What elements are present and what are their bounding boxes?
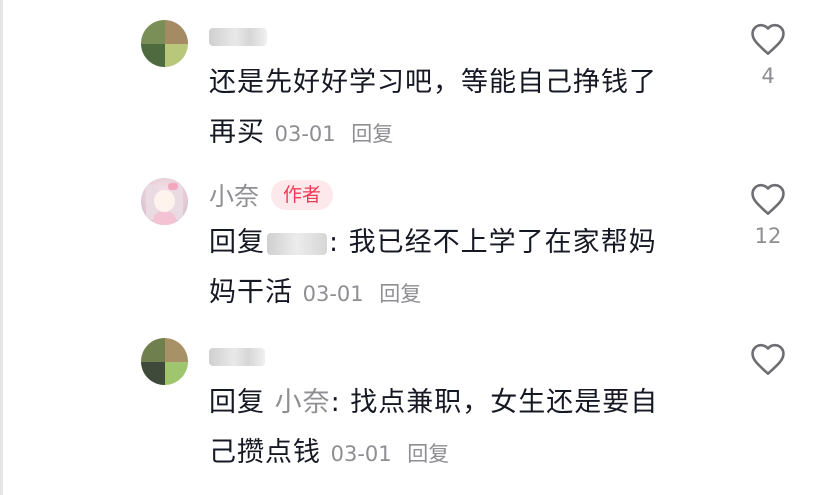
author-badge: 作者 xyxy=(271,180,334,210)
reply-button[interactable]: 回复 xyxy=(379,282,421,306)
avatar[interactable] xyxy=(141,338,188,385)
comment-text[interactable]: 还是先好好学习吧，等能自己挣钱了 再买 03-01 回复 xyxy=(209,58,699,159)
comment-header xyxy=(209,22,267,52)
like-button[interactable]: 4 xyxy=(740,22,796,90)
username[interactable]: 小奈 xyxy=(209,177,259,213)
reply-button[interactable]: 回复 xyxy=(407,442,449,466)
heart-outline-icon xyxy=(751,183,785,215)
comment-text[interactable]: 回复: 我已经不上学了在家帮妈 妈干活 03-01 回复 xyxy=(209,218,699,319)
username-blurred[interactable] xyxy=(209,348,265,366)
like-button[interactable] xyxy=(740,342,796,410)
comment-date: 03-01 xyxy=(302,282,364,306)
like-count xyxy=(740,384,796,410)
avatar[interactable] xyxy=(141,20,188,67)
reply-target-name[interactable]: 小奈 xyxy=(275,387,331,418)
heart-outline-icon xyxy=(751,343,785,375)
reply-button[interactable]: 回复 xyxy=(351,122,393,146)
comment-date: 03-01 xyxy=(274,122,336,146)
comment-header xyxy=(209,342,265,372)
like-count: 12 xyxy=(754,224,782,248)
comment-date: 03-01 xyxy=(330,442,392,466)
left-divider xyxy=(0,0,3,495)
reply-prefix: 回复 xyxy=(209,227,265,258)
reply-target-blurred[interactable] xyxy=(267,232,327,255)
reply-prefix: 回复 xyxy=(209,387,265,418)
heart-outline-icon xyxy=(751,23,785,55)
avatar[interactable] xyxy=(141,178,188,225)
comment-header: 小奈 作者 xyxy=(209,177,334,213)
comment-text[interactable]: 回复 小奈: 找点兼职，女生还是要自 己攒点钱 03-01 回复 xyxy=(209,378,699,479)
username-blurred[interactable] xyxy=(209,28,267,46)
like-count: 4 xyxy=(761,64,775,88)
like-button[interactable]: 12 xyxy=(740,182,796,250)
